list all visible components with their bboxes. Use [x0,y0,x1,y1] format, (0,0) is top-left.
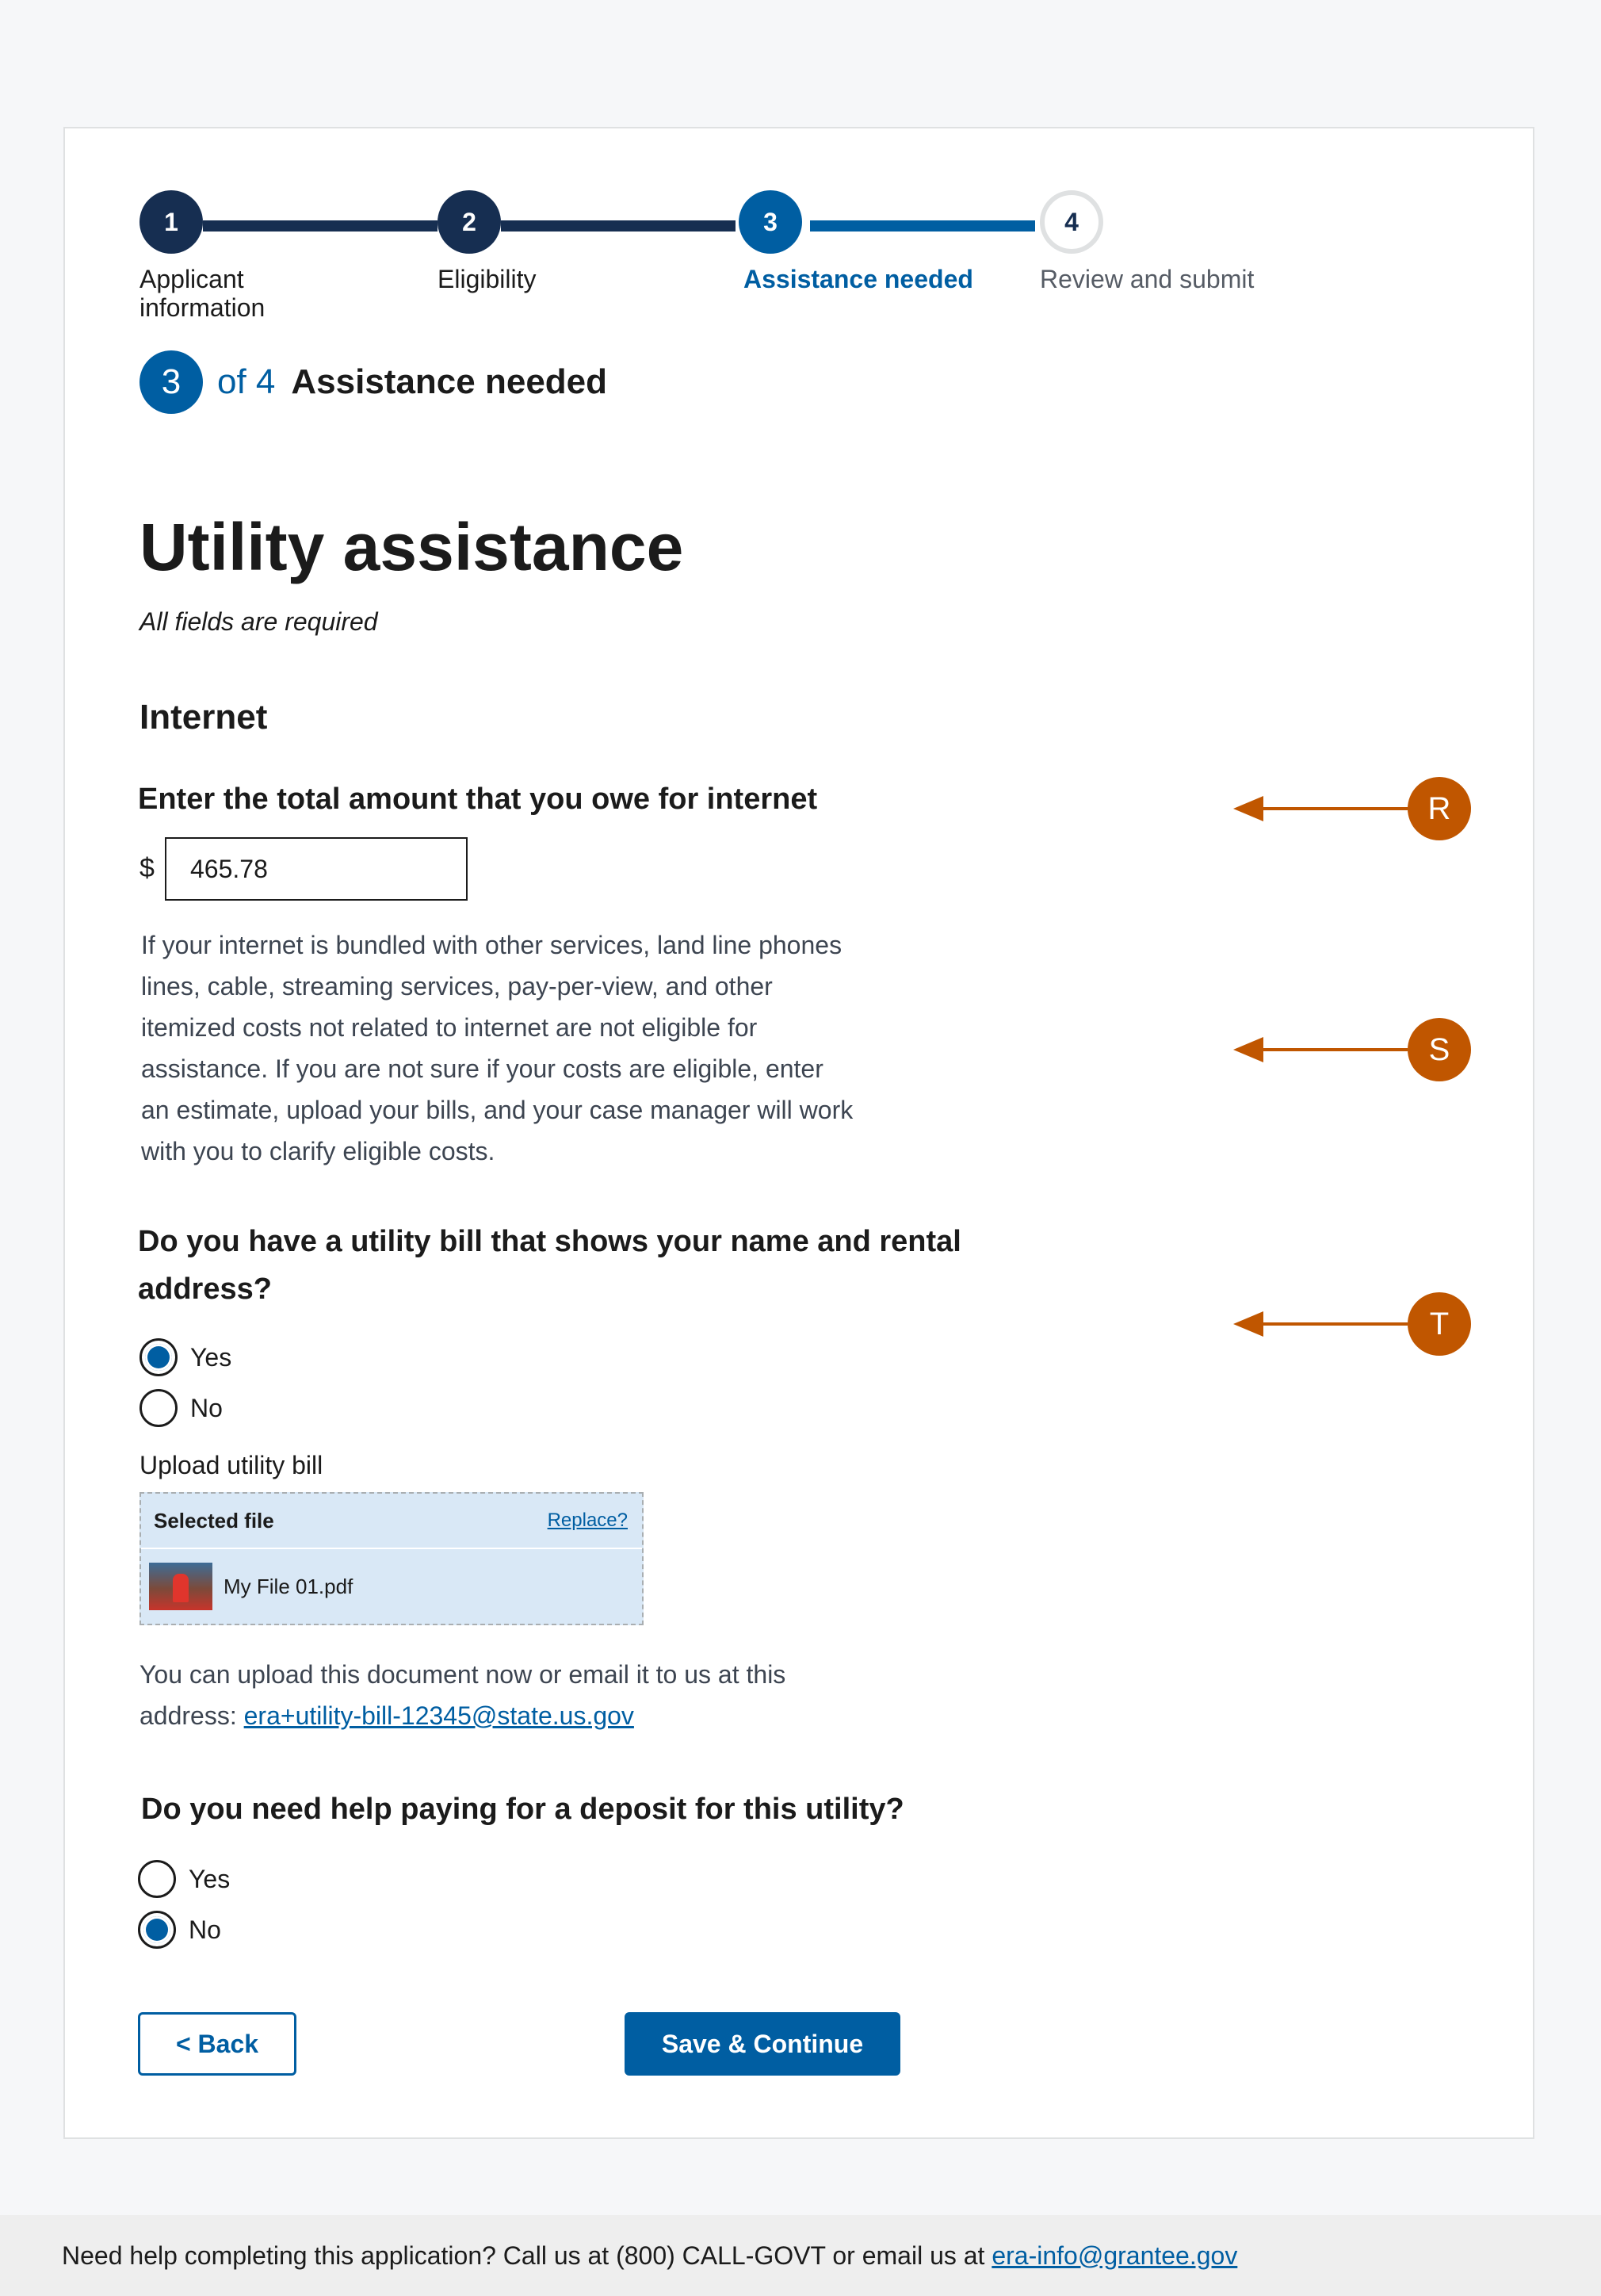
selected-file-heading: Selected file [154,1508,274,1533]
bill-no-label: No [190,1393,223,1422]
file-upload-header: Selected file Replace? [141,1494,642,1549]
bill-no-radio[interactable] [139,1389,178,1427]
step-segment-2 [501,220,736,232]
step-2-circle: 2 [438,190,501,254]
step-2-label: Eligibility [438,265,537,293]
replace-file-link[interactable]: Replace? [548,1510,628,1532]
annotation-r: R [1233,777,1471,840]
step-4-circle: 4 [1040,190,1103,254]
footer-text: Need help completing this application? C… [62,2241,992,2270]
required-note: All fields are required [139,607,378,636]
upload-email-link[interactable]: era+utility-bill-12345@state.us.gov [244,1701,634,1730]
deposit-question: Do you need help paying for a deposit fo… [141,1793,904,1826]
help-footer: Need help completing this application? C… [0,2215,1601,2296]
bill-yes-option[interactable]: Yes [139,1338,231,1376]
bill-yes-radio[interactable] [139,1338,178,1376]
annotation-r-badge: R [1408,777,1471,840]
amount-question: Enter the total amount that you owe for … [138,783,818,816]
step-counter-circle: 3 [139,350,203,414]
page-title: Utility assistance [139,510,684,584]
step-1-label: Applicant information [139,265,266,322]
annotation-s-line [1257,1048,1408,1051]
upload-note: You can upload this document now or emai… [139,1654,853,1736]
annotation-r-line [1257,807,1408,810]
deposit-yes-radio[interactable] [138,1860,176,1898]
step-indicator: 1 2 3 4 Applicant information Eligibilit… [139,190,1328,333]
arrow-left-icon [1233,796,1263,821]
step-4-label: Review and submit [1040,265,1255,293]
deposit-yes-option[interactable]: Yes [138,1860,230,1898]
annotation-s: S [1233,1018,1471,1081]
step-counter-heading: 3 of 4 Assistance needed [139,350,607,414]
selected-file-row: My File 01.pdf [141,1549,642,1624]
deposit-no-radio[interactable] [138,1911,176,1949]
arrow-left-icon [1233,1311,1263,1337]
step-3-circle: 3 [739,190,802,254]
file-name: My File 01.pdf [224,1574,353,1598]
footer-email-link[interactable]: era-info@grantee.gov [992,2241,1237,2271]
deposit-yes-label: Yes [189,1864,231,1893]
deposit-no-label: No [189,1915,221,1944]
annotation-t-badge: T [1408,1292,1471,1356]
save-continue-button[interactable]: Save & Continue [625,2012,900,2076]
annotation-t-line [1257,1322,1408,1326]
upload-label: Upload utility bill [139,1451,323,1479]
file-upload-box[interactable]: Selected file Replace? My File 01.pdf [139,1492,644,1625]
bill-yes-label: Yes [190,1342,232,1372]
step-segment-1 [203,220,438,232]
deposit-no-option[interactable]: No [138,1911,221,1949]
amount-input[interactable] [165,837,468,901]
currency-symbol: $ [139,853,155,883]
bill-no-option[interactable]: No [139,1389,223,1427]
file-thumbnail [149,1563,212,1610]
annotation-s-badge: S [1408,1018,1471,1081]
step-1-circle: 1 [139,190,203,254]
annotation-t: T [1233,1292,1471,1356]
step-counter-title: Assistance needed [291,362,608,401]
back-button[interactable]: < Back [138,2012,296,2076]
amount-hint: If your internet is bundled with other s… [141,931,854,1165]
bill-question: Do you have a utility bill that shows yo… [138,1225,961,1306]
section-title: Internet [139,698,268,737]
step-counter-total: of 4 [217,362,276,401]
step-segment-3 [810,220,1035,232]
arrow-left-icon [1233,1037,1263,1062]
step-3-label: Assistance needed [743,265,973,293]
